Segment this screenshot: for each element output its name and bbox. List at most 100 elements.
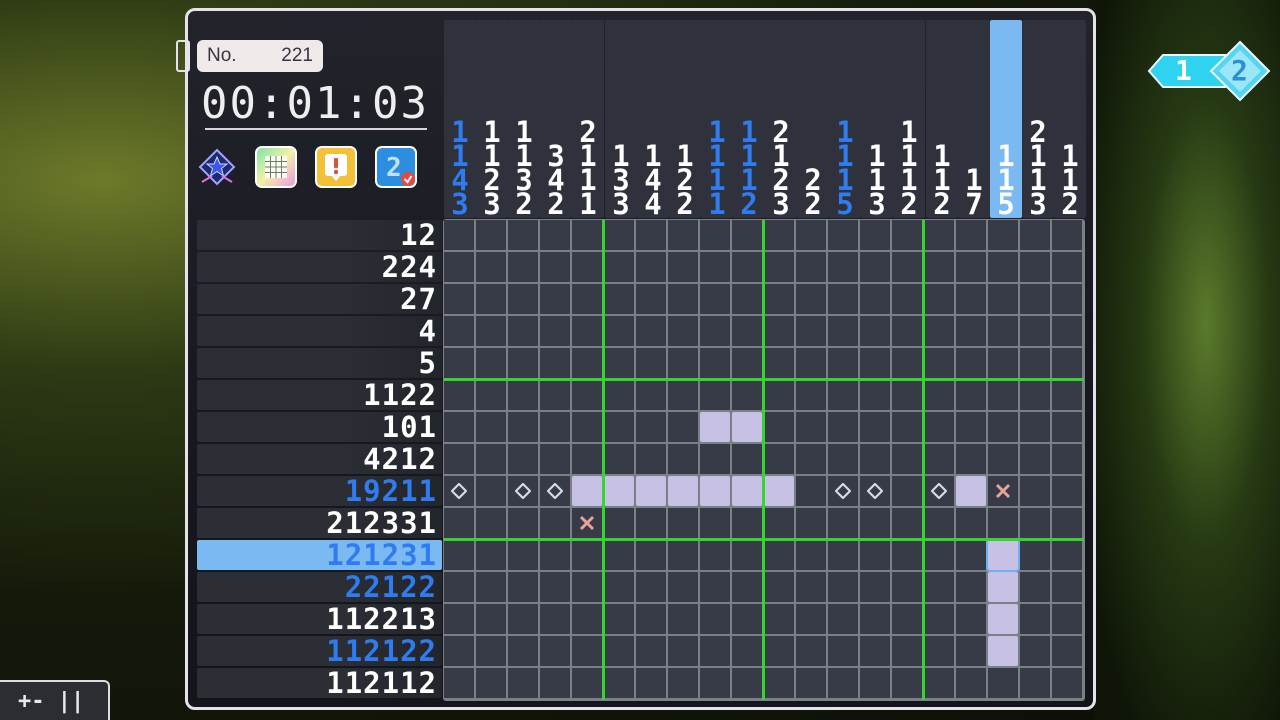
grid-cell[interactable] [668, 316, 698, 346]
grid-cell[interactable] [540, 412, 570, 442]
grid-cell[interactable] [604, 540, 634, 570]
grid-cell[interactable] [604, 316, 634, 346]
grid-cell[interactable] [476, 348, 506, 378]
row-clue[interactable]: 112112 [197, 668, 437, 698]
grid-cell[interactable] [636, 636, 666, 666]
grid-cell[interactable] [764, 380, 794, 410]
grid-cell[interactable] [540, 540, 570, 570]
grid-cell[interactable] [1020, 444, 1050, 474]
grid-cell[interactable] [986, 538, 1020, 572]
grid-cell[interactable] [540, 604, 570, 634]
grid-cell[interactable] [956, 476, 986, 506]
grid-cell[interactable] [732, 668, 762, 698]
grid-cell[interactable] [956, 348, 986, 378]
grid-cell[interactable] [508, 636, 538, 666]
grid-cell[interactable] [860, 508, 890, 538]
grid-cell[interactable] [444, 476, 474, 506]
grid-cell[interactable] [636, 316, 666, 346]
grid-cell[interactable] [444, 252, 474, 282]
grid-cell[interactable] [444, 412, 474, 442]
grid-cell[interactable] [924, 508, 954, 538]
grid-cell[interactable] [604, 348, 634, 378]
grid-cell[interactable] [924, 252, 954, 282]
grid-cell[interactable] [764, 572, 794, 602]
grid-cell[interactable] [892, 444, 922, 474]
grid-cell[interactable] [988, 636, 1018, 666]
grid-cell[interactable] [1052, 220, 1082, 250]
grid-cell[interactable] [988, 316, 1018, 346]
grid-cell[interactable] [636, 252, 666, 282]
grid-cell[interactable] [892, 476, 922, 506]
grid-cell[interactable] [700, 636, 730, 666]
column-clue[interactable]: 22 [797, 20, 829, 219]
grid-cell[interactable] [956, 636, 986, 666]
grid-cell[interactable] [476, 444, 506, 474]
grid-cell[interactable] [764, 348, 794, 378]
grid-cell[interactable] [1052, 444, 1082, 474]
grid-cell[interactable] [924, 444, 954, 474]
grid-cell[interactable] [636, 284, 666, 314]
grid-cell[interactable] [700, 444, 730, 474]
grid-cell[interactable] [828, 508, 858, 538]
grid-cell[interactable] [732, 284, 762, 314]
grid-cell[interactable] [1052, 636, 1082, 666]
grid-cell[interactable] [444, 444, 474, 474]
grid-cell[interactable] [604, 444, 634, 474]
grid-cell[interactable] [764, 508, 794, 538]
grid-cell[interactable] [732, 348, 762, 378]
grid-cell[interactable] [604, 572, 634, 602]
grid-cell[interactable] [540, 348, 570, 378]
row-clue[interactable]: 101 [197, 412, 437, 442]
row-clue[interactable]: 4212 [197, 444, 437, 474]
grid-cell[interactable] [572, 636, 602, 666]
column-clue[interactable]: 1112 [733, 20, 765, 219]
grid-cell[interactable] [796, 380, 826, 410]
grid-cell[interactable] [1020, 252, 1050, 282]
grid-cell[interactable] [796, 444, 826, 474]
grid-cell[interactable] [860, 316, 890, 346]
grid-cell[interactable] [732, 252, 762, 282]
grid-cell[interactable] [860, 444, 890, 474]
grid-cell[interactable] [476, 508, 506, 538]
grid-cell[interactable] [892, 380, 922, 410]
grid-cell[interactable] [924, 284, 954, 314]
column-clue[interactable]: 122 [669, 20, 701, 219]
grid-cell[interactable] [796, 316, 826, 346]
grid-cell[interactable] [1020, 604, 1050, 634]
grid-cell[interactable] [668, 508, 698, 538]
grid-cell[interactable] [476, 540, 506, 570]
grid-cell[interactable] [924, 380, 954, 410]
grid-cell[interactable] [828, 348, 858, 378]
grid-cell[interactable] [604, 604, 634, 634]
grid-cell[interactable] [988, 476, 1018, 506]
grid-cell[interactable] [572, 476, 602, 506]
row-clue[interactable]: 224 [197, 252, 437, 282]
grid-cell[interactable] [540, 284, 570, 314]
grid-cell[interactable] [764, 668, 794, 698]
grid-cell[interactable] [860, 476, 890, 506]
grid-cell[interactable] [988, 220, 1018, 250]
row-clue[interactable]: 4 [197, 316, 437, 346]
grid-cell[interactable] [732, 412, 762, 442]
grid-cell[interactable] [732, 444, 762, 474]
grid-cell[interactable] [796, 668, 826, 698]
grid-cell[interactable] [700, 252, 730, 282]
grid-cell[interactable] [924, 476, 954, 506]
grid-cell[interactable] [444, 380, 474, 410]
grid-cell[interactable] [956, 284, 986, 314]
grid-cell[interactable] [828, 316, 858, 346]
grid-cell[interactable] [828, 380, 858, 410]
column-clue[interactable]: 1123 [476, 20, 508, 219]
column-clue[interactable]: 2123 [765, 20, 797, 219]
grid-cell[interactable] [988, 508, 1018, 538]
grid-cell[interactable] [1020, 540, 1050, 570]
grid-cell[interactable] [924, 636, 954, 666]
grid-cell[interactable] [572, 284, 602, 314]
grid-cell[interactable] [668, 348, 698, 378]
row-clue[interactable]: 112122 [197, 636, 437, 666]
grid-cell[interactable] [732, 316, 762, 346]
grid-cell[interactable] [572, 348, 602, 378]
grid-cell[interactable] [540, 668, 570, 698]
grid-cell[interactable] [892, 284, 922, 314]
grid-cell[interactable] [1020, 220, 1050, 250]
